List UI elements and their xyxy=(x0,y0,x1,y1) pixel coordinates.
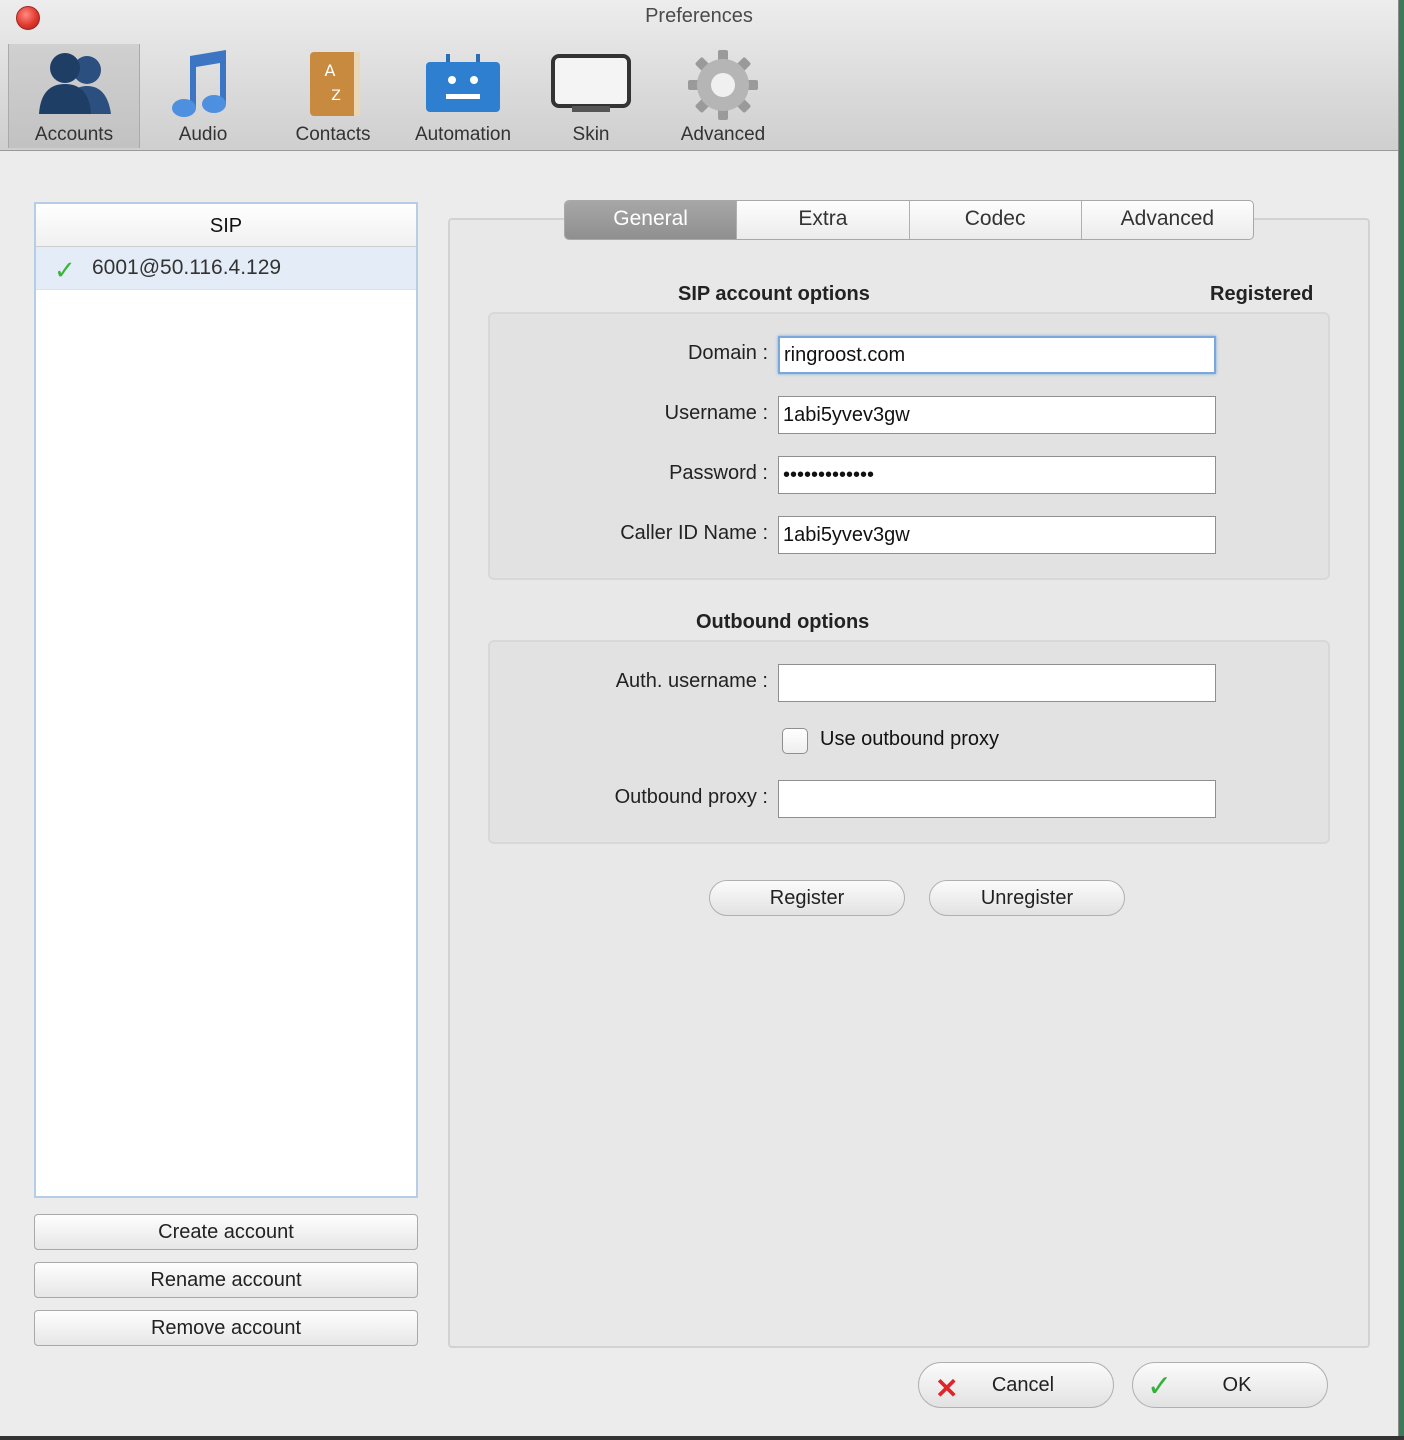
ok-check-icon: ✓ xyxy=(1147,1370,1173,1403)
ok-button[interactable]: ✓ OK xyxy=(1132,1362,1328,1408)
accounts-icon xyxy=(39,53,111,114)
settings-tabs: General Extra Codec Advanced xyxy=(564,200,1254,240)
use-outbound-proxy-checkbox[interactable] xyxy=(782,728,808,754)
cancel-x-icon: ✕ xyxy=(935,1373,959,1404)
cancel-button[interactable]: ✕ Cancel xyxy=(918,1362,1114,1408)
toolbar-label: Contacts xyxy=(295,124,371,145)
preferences-window: Preferences Accounts Audio A Z Contacts … xyxy=(0,0,1399,1436)
account-row[interactable]: ✓ 6001@50.116.4.129 xyxy=(36,247,416,290)
create-account-button[interactable]: Create account xyxy=(34,1214,418,1250)
toolbar-skin[interactable]: Skin xyxy=(526,44,656,148)
ok-label: OK xyxy=(1222,1374,1252,1396)
window-title: Preferences xyxy=(645,5,753,27)
register-button[interactable]: Register xyxy=(709,880,905,916)
auth-username-field[interactable] xyxy=(778,664,1216,702)
toolbar-audio[interactable]: Audio xyxy=(138,44,268,148)
toolbar-label: Skin xyxy=(572,124,610,145)
tab-codec[interactable]: Codec xyxy=(910,201,1082,239)
use-outbound-proxy-label: Use outbound proxy xyxy=(820,728,1000,750)
gear-icon xyxy=(688,50,758,120)
list-header-sip: SIP xyxy=(36,204,416,247)
svg-text:Z: Z xyxy=(331,88,341,104)
svg-text:A: A xyxy=(325,61,336,80)
unregister-button[interactable]: Unregister xyxy=(929,880,1125,916)
tab-general[interactable]: General xyxy=(565,201,738,239)
tab-extra[interactable]: Extra xyxy=(737,201,910,239)
domain-label: Domain : xyxy=(687,342,768,364)
auth-username-label: Auth. username : xyxy=(615,670,768,692)
password-label: Password : xyxy=(669,462,768,484)
account-name: 6001@50.116.4.129 xyxy=(92,256,282,279)
rename-account-button[interactable]: Rename account xyxy=(34,1262,418,1298)
password-field[interactable] xyxy=(778,456,1216,494)
sip-options-title: SIP account options xyxy=(678,283,870,305)
registration-status: Registered xyxy=(1210,283,1314,305)
toolbar-label: Audio xyxy=(178,124,228,145)
accounts-list: SIP ✓ 6001@50.116.4.129 xyxy=(34,202,418,1198)
skin-icon xyxy=(551,54,631,112)
toolbar-accounts[interactable]: Accounts xyxy=(8,44,140,148)
background-strip xyxy=(0,1436,1404,1440)
toolbar-label: Automation xyxy=(414,124,512,145)
automation-icon xyxy=(426,54,500,112)
toolbar-label: Accounts xyxy=(34,124,114,145)
caller-id-label: Caller ID Name : xyxy=(620,522,768,544)
audio-icon xyxy=(172,50,226,117)
caller-id-field[interactable] xyxy=(778,516,1216,554)
username-field[interactable] xyxy=(778,396,1216,434)
outbound-proxy-label: Outbound proxy : xyxy=(614,786,768,808)
username-label: Username : xyxy=(664,402,768,424)
registered-check-icon: ✓ xyxy=(54,255,76,285)
outbound-options-title: Outbound options xyxy=(696,611,870,633)
toolbar-advanced[interactable]: Advanced xyxy=(658,44,788,148)
toolbar-automation[interactable]: Automation xyxy=(398,44,528,148)
toolbar-label: Advanced xyxy=(680,124,766,145)
toolbar-contacts[interactable]: A Z Contacts xyxy=(268,44,398,148)
title-bar: Preferences Accounts Audio A Z Contacts … xyxy=(0,0,1398,151)
tab-advanced[interactable]: Advanced xyxy=(1082,201,1253,239)
remove-account-button[interactable]: Remove account xyxy=(34,1310,418,1346)
contacts-icon: A Z xyxy=(310,52,360,116)
outbound-proxy-field[interactable] xyxy=(778,780,1216,818)
cancel-label: Cancel xyxy=(991,1374,1055,1396)
domain-field[interactable] xyxy=(778,336,1216,374)
